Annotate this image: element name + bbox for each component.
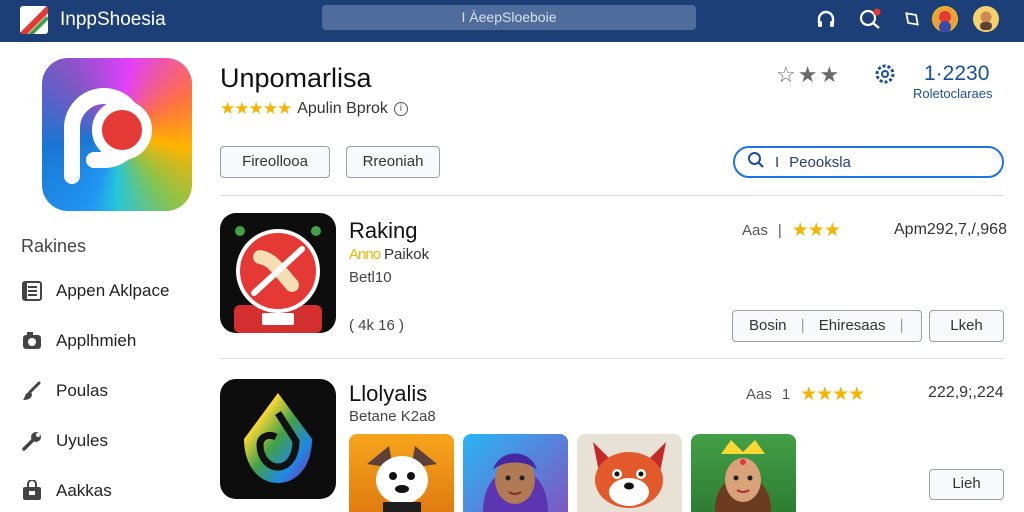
separator: |: [777, 222, 782, 239]
app-value: 222,9;,224: [928, 384, 1004, 401]
rating-stars: ★★★: [791, 220, 841, 241]
sidebar-item-poulas[interactable]: Poulas: [20, 376, 108, 406]
developer-name: Paikok: [384, 246, 430, 263]
ehiresaas-button[interactable]: Ehiresaas: [819, 317, 886, 334]
sidebar-item-label: Poulas: [56, 381, 108, 400]
avatar[interactable]: [932, 6, 958, 32]
search-notification-icon[interactable]: [857, 6, 883, 32]
screenshot-thumbnail[interactable]: [691, 434, 796, 512]
fireollooa-button[interactable]: Fireollooa: [220, 146, 330, 178]
sidebar-item-applhmieh[interactable]: Applhmieh: [20, 326, 136, 356]
developer-name[interactable]: Apulin Bprok: [297, 100, 388, 118]
top-bar: InppShoesia I ÀeepSloeboie: [0, 0, 1024, 42]
app-subtitle: Betane K2a8: [349, 408, 436, 425]
rating-stars: ★★★★: [800, 384, 865, 405]
developer-prefix: Anno: [349, 246, 381, 263]
page-title: Unpomarlisa: [220, 63, 372, 93]
info-icon[interactable]: i: [393, 102, 408, 116]
app-developer: Anno Paikok: [349, 246, 429, 263]
search-input[interactable]: I Peooksla: [733, 146, 1004, 178]
sidebar-item-label: Applhmieh: [56, 331, 137, 350]
app-rating: Aas 1 ★★★★: [746, 383, 865, 406]
segmented-control: Bosin | Ehiresaas |: [732, 310, 922, 342]
wrench-icon: [20, 429, 44, 453]
app-value: Apm292,7,/,968: [894, 221, 1007, 238]
app-logo-icon[interactable]: [20, 6, 48, 34]
sidebar-item-aakkas[interactable]: Aakkas: [20, 476, 112, 506]
top-search-input[interactable]: I ÀeepSloeboie: [322, 5, 696, 30]
app-icon-raking[interactable]: [220, 213, 336, 333]
app-name[interactable]: Llolyalis: [349, 381, 427, 407]
profile-avatar[interactable]: [973, 6, 999, 32]
brush-icon: [20, 379, 44, 403]
lieh-button[interactable]: Lieh: [929, 469, 1004, 500]
divider: [220, 195, 1004, 196]
lkeh-button[interactable]: Lkeh: [929, 310, 1004, 342]
app-icon-llolyalis[interactable]: [220, 379, 336, 499]
sidebar-item-label: Aakkas: [56, 481, 112, 500]
developer-line: ★★★★★ Apulin Bprok i: [220, 99, 408, 119]
screenshot-thumbnail[interactable]: [577, 434, 682, 512]
app-subtitle: Betl10: [349, 269, 392, 286]
search-cursor: I: [775, 153, 780, 171]
header-rating-stars: ☆★★: [776, 62, 842, 87]
sidebar-title: Rakines: [21, 236, 87, 256]
tag-icon[interactable]: [899, 6, 925, 32]
rating-stars: ★★★★★: [220, 99, 292, 118]
app-rating: Aas | ★★★: [742, 219, 841, 242]
download-count: 1·2230: [924, 62, 990, 85]
sidebar-item-label: Uyules: [56, 431, 108, 450]
app-name[interactable]: Raking: [349, 218, 417, 244]
screenshot-thumbnail[interactable]: [463, 434, 568, 512]
headphones-icon[interactable]: [813, 6, 839, 32]
camera-icon: [20, 329, 44, 353]
screenshot-thumbnail[interactable]: [349, 434, 454, 512]
app-hero-icon: [42, 58, 192, 211]
sidebar-item-label: Appen Aklpace: [56, 281, 170, 300]
search-icon: [747, 151, 765, 173]
app-download-count: ( 4k 16 ): [349, 317, 405, 334]
rreoniah-button[interactable]: Rreoniah: [346, 146, 440, 178]
gear-icon[interactable]: [873, 62, 897, 86]
rating-label: Aas: [742, 222, 768, 239]
bosin-button[interactable]: Bosin: [749, 317, 787, 334]
rating-label: Aas: [746, 386, 772, 403]
download-count-label: Roletoclaraes: [913, 86, 993, 101]
list-icon: [20, 279, 44, 303]
search-placeholder: Peooksla: [789, 153, 851, 171]
app-name: InppShoesia: [60, 9, 166, 30]
separator: 1: [781, 386, 791, 403]
sidebar-item-appen[interactable]: Appen Aklpace: [20, 276, 169, 306]
bag-icon: [20, 479, 44, 503]
divider: [220, 358, 1004, 359]
sidebar-item-uyules[interactable]: Uyules: [20, 426, 108, 456]
